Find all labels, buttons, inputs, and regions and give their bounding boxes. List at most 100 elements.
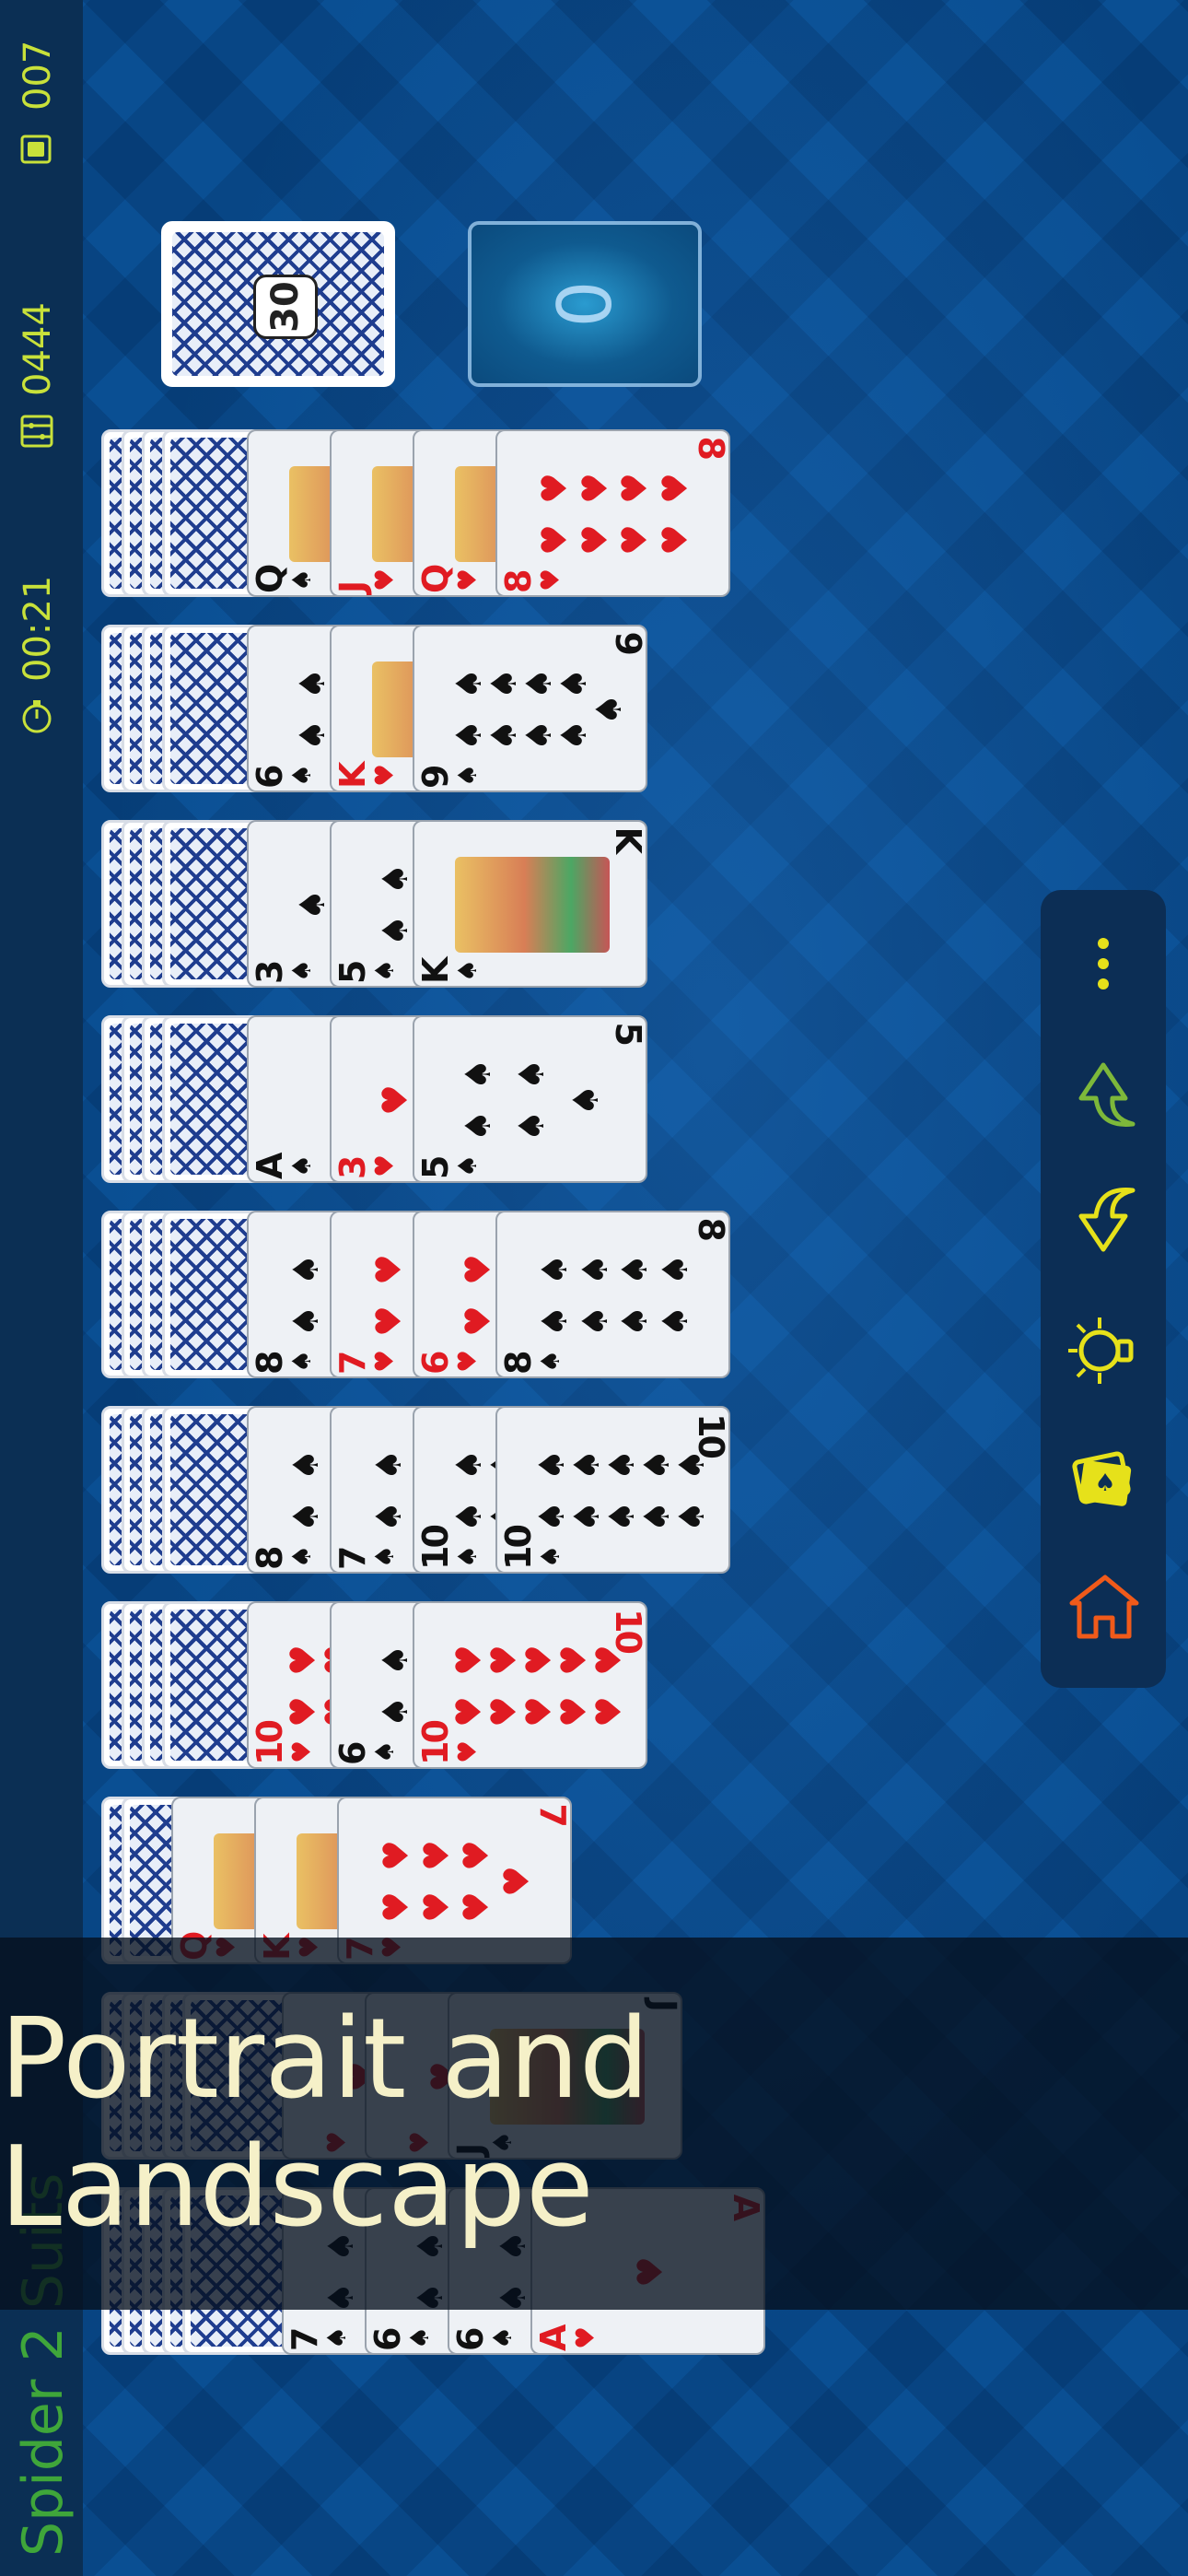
spade-icon: ♠ <box>518 667 559 700</box>
abacus-icon <box>20 415 53 448</box>
spade-icon: ♠ <box>452 958 483 982</box>
spade-icon: ♠ <box>369 1544 400 1568</box>
spade-icon: ♠ <box>367 1500 409 1533</box>
heart-icon: ♥ <box>614 472 656 505</box>
heart-icon: ♥ <box>456 1839 497 1872</box>
card-rank: 3 <box>250 962 290 984</box>
card-rank-corner: K <box>608 827 647 852</box>
stock-pile[interactable]: 30 <box>161 221 395 387</box>
spade-icon: ♠ <box>285 1305 326 1338</box>
heart-icon: ♥ <box>483 1644 524 1677</box>
card-rank: 10 <box>415 1527 456 1570</box>
spade-icon: ♠ <box>404 2325 435 2349</box>
spade-icon: ♠ <box>671 1500 712 1533</box>
heart-icon: ♥ <box>369 1153 400 1177</box>
spade-icon: ♠ <box>655 1305 696 1338</box>
card-rank: J <box>332 582 373 593</box>
card-rank-corner: 10 <box>608 1609 647 1652</box>
spade-icon: ♠ <box>448 719 489 752</box>
promo-caption: Portrait and Landscape <box>0 1996 650 2252</box>
hint-button[interactable] <box>1057 1305 1149 1397</box>
heart-icon: ♥ <box>283 1644 323 1677</box>
undo-button[interactable] <box>1057 1047 1149 1139</box>
spade-icon: ♠ <box>636 1500 677 1533</box>
heart-icon: ♥ <box>458 1253 499 1286</box>
spade-icon: ♠ <box>601 1500 642 1533</box>
heart-icon: ♥ <box>553 1644 594 1677</box>
spade-icon: ♠ <box>574 1305 615 1338</box>
playing-card[interactable]: 10♥♥♥♥♥♥♥♥♥♥♥10 <box>413 1601 647 1769</box>
playing-card[interactable]: 9 ♠ ♠ ♠ ♠ ♠ ♠ ♠ ♠ ♠ ♠ 9 <box>413 625 647 792</box>
spade-icon: ♠ <box>375 862 416 896</box>
card-rank: 5 <box>332 962 373 984</box>
spade-icon: ♠ <box>588 693 629 726</box>
redo-button[interactable] <box>1057 1176 1149 1268</box>
card-pips: ♥♥♥♥♥♥♥♥♥♥ <box>448 1634 629 1738</box>
foundation-pile: 0 <box>468 221 702 387</box>
card-rank: 8 <box>250 1352 290 1375</box>
spade-icon: ♠ <box>531 1500 572 1533</box>
heart-icon: ♥ <box>588 1695 629 1728</box>
spade-icon: ♠ <box>285 1500 326 1533</box>
card-rank-corner: 7 <box>532 1804 572 1826</box>
undo-arrow-icon <box>1078 1062 1136 1127</box>
foundation-count: 0 <box>542 280 628 328</box>
spade-icon: ♠ <box>614 1305 656 1338</box>
spade-icon: ♠ <box>487 2325 518 2349</box>
heart-icon: ♥ <box>553 1695 594 1728</box>
spade-icon: ♠ <box>452 1153 483 1177</box>
card-rank-corner: 10 <box>691 1413 730 1457</box>
spade-icon: ♠ <box>533 1253 575 1286</box>
menu-button[interactable] <box>1057 918 1149 1010</box>
moves-counter: 007 <box>17 40 59 111</box>
spade-icon: ♠ <box>285 1253 326 1286</box>
home-button[interactable] <box>1057 1563 1149 1655</box>
heart-icon: ♥ <box>574 472 615 505</box>
spade-icon: ♠ <box>375 914 416 947</box>
card-rank-corner: 9 <box>608 632 647 654</box>
playing-card[interactable]: K ♠ K <box>413 820 647 988</box>
spade-icon: ♠ <box>574 1253 615 1286</box>
playing-card[interactable]: 10♠♠♠♠♠♠♠♠♠♠♠10 <box>495 1406 730 1574</box>
card-rank: 10 <box>250 1722 290 1765</box>
home-icon <box>1069 1575 1139 1639</box>
stopwatch-icon <box>22 700 52 733</box>
deal-button[interactable]: ♠ <box>1057 1434 1149 1526</box>
cards-icon <box>20 135 52 164</box>
card-rank: Q <box>415 566 456 593</box>
playing-card[interactable]: 5♠♠♠♠♠♠5 <box>413 1015 647 1183</box>
more-vertical-icon <box>1098 938 1109 989</box>
spade-icon: ♠ <box>601 1448 642 1481</box>
spade-icon: ♠ <box>566 1448 607 1481</box>
spade-icon: ♠ <box>483 667 524 700</box>
heart-icon: ♥ <box>369 1349 400 1373</box>
spade-icon: ♠ <box>553 719 594 752</box>
heart-icon: ♥ <box>415 1839 457 1872</box>
spade-icon: ♠ <box>458 1058 499 1091</box>
spade-icon: ♠ <box>286 1153 317 1177</box>
card-rank: Q <box>250 566 290 593</box>
card-pips: ♠♠♠♠♠♠♠♠♠♠ <box>531 1439 712 1542</box>
spade-icon: ♠ <box>565 1083 606 1117</box>
spade-icon: ♠ <box>286 1349 317 1373</box>
spade-icon: ♠ <box>369 958 400 982</box>
card-rank: 7 <box>285 2329 325 2351</box>
spade-icon: ♠ <box>367 1448 409 1481</box>
card-rank: 6 <box>250 767 290 789</box>
spade-icon: ♠ <box>286 763 317 787</box>
heart-icon: ♥ <box>448 1644 489 1677</box>
card-rank: A <box>250 1154 290 1179</box>
action-bar: ♠ <box>1041 890 1166 1688</box>
card-rank-corner: 8 <box>691 437 730 459</box>
playing-card[interactable]: 8 ♥ ♥ ♥ ♥ ♥ ♥ ♥ ♥ ♥ 8 <box>495 429 730 597</box>
heart-icon: ♥ <box>655 472 696 505</box>
card-rank: 5 <box>415 1157 456 1179</box>
heart-icon: ♥ <box>286 1739 317 1763</box>
spade-icon: ♠ <box>511 1109 553 1142</box>
card-rank: 8 <box>498 1352 539 1375</box>
spade-icon: ♠ <box>448 667 489 700</box>
heart-icon: ♥ <box>452 568 483 591</box>
playing-card[interactable]: 8♠♠♠♠♠♠♠♠♠8 <box>495 1211 730 1378</box>
card-rank: 7 <box>332 1548 373 1570</box>
spade-icon: ♠ <box>369 1739 400 1763</box>
